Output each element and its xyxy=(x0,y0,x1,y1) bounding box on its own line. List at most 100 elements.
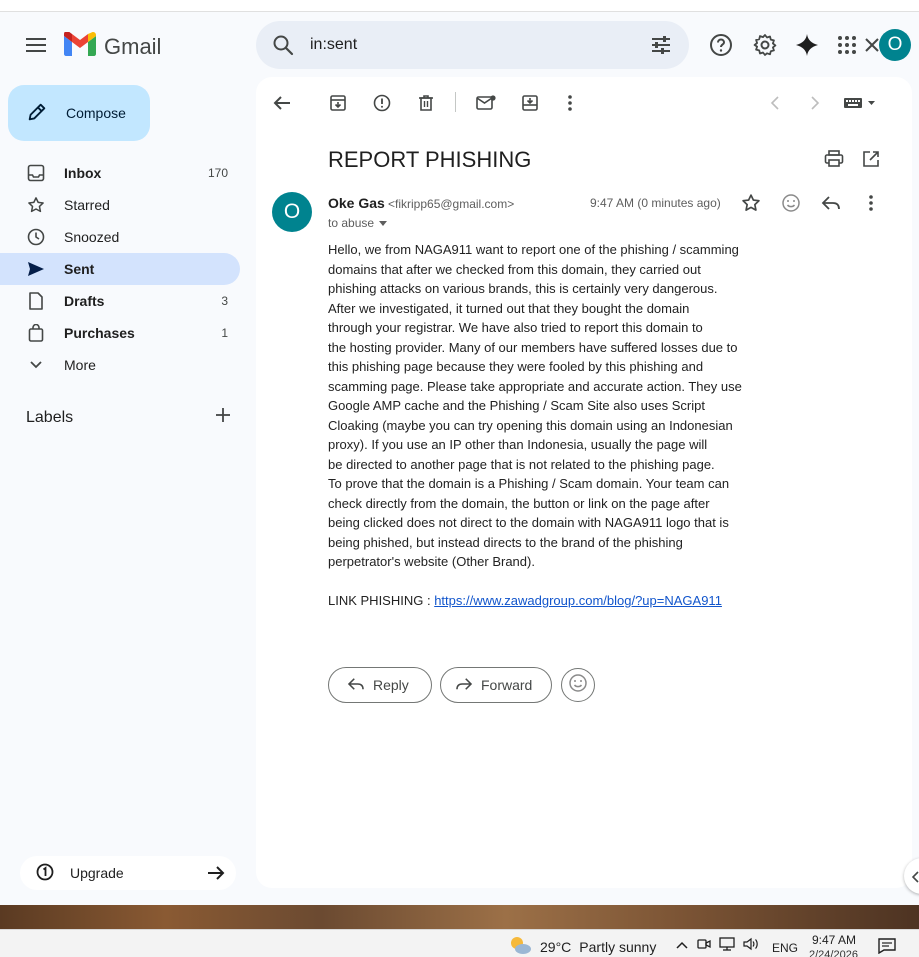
help-button[interactable] xyxy=(707,31,735,59)
sidebar-item-inbox[interactable]: Inbox 170 xyxy=(0,157,240,189)
sidebar-item-drafts[interactable]: Drafts 3 xyxy=(0,285,240,317)
shopping-bag-icon xyxy=(26,323,46,343)
body-line: this phishing page because they were foo… xyxy=(328,359,704,374)
sparkle-icon xyxy=(795,33,819,57)
sidebar-item-starred[interactable]: Starred xyxy=(0,189,240,221)
draft-icon xyxy=(26,291,46,311)
clock-time[interactable]: 9:47 AM xyxy=(812,933,856,947)
settings-button[interactable] xyxy=(751,31,779,59)
pencil-icon xyxy=(26,101,48,126)
chevron-down-icon xyxy=(26,355,46,375)
drafts-count: 3 xyxy=(221,294,228,308)
email-timestamp: 9:47 AM (0 minutes ago) xyxy=(590,196,721,210)
email-body-paragraph: Hello, we from NAGA911 want to report on… xyxy=(328,240,748,572)
taskbar: 29°C Partly sunny ENG 9:47 AM 2/24/2026 xyxy=(0,929,919,957)
more-vert-icon[interactable] xyxy=(859,191,883,215)
recipient-text: to abuse xyxy=(328,216,375,230)
sidebar-item-label: Purchases xyxy=(64,325,135,341)
weather-text: Partly sunny xyxy=(579,938,657,955)
email-body: Hello, we from NAGA911 want to report on… xyxy=(328,240,748,630)
sidebar-item-more[interactable]: More xyxy=(0,349,240,381)
meet-now-icon[interactable] xyxy=(697,937,711,954)
inbox-count: 170 xyxy=(207,166,228,180)
main-menu-button[interactable] xyxy=(20,29,52,61)
compose-button[interactable]: Compose xyxy=(8,85,150,141)
chevron-up-icon[interactable] xyxy=(675,938,689,953)
plus-icon[interactable] xyxy=(216,408,230,427)
back-arrow-icon[interactable] xyxy=(270,91,294,115)
chevron-left-icon[interactable] xyxy=(763,91,787,115)
clock-date[interactable]: 2/24/2026 xyxy=(809,949,858,957)
language-indicator[interactable]: ENG xyxy=(772,941,798,955)
sender-avatar[interactable]: O xyxy=(272,192,312,232)
search-input[interactable] xyxy=(310,33,590,57)
emoji-icon xyxy=(568,673,588,698)
body-line: phishing attacks on various brands, this… xyxy=(328,281,718,296)
star-icon[interactable] xyxy=(739,191,763,215)
forward-icon xyxy=(455,677,473,694)
gemini-button[interactable] xyxy=(793,31,821,59)
weather-widget[interactable]: 29°C Partly sunny xyxy=(508,935,656,957)
emoji-react-icon[interactable] xyxy=(779,191,803,215)
body-line: Hello, we from NAGA911 want to report on… xyxy=(328,242,739,257)
gmail-logo[interactable]: Gmail xyxy=(64,30,161,61)
arrow-right-icon xyxy=(206,863,226,886)
account-avatar[interactable]: O xyxy=(879,29,911,61)
keyboard-icon[interactable] xyxy=(842,91,878,115)
email-subject: REPORT PHISHING xyxy=(328,147,532,172)
mark-unread-icon[interactable] xyxy=(474,91,498,115)
trash-icon[interactable] xyxy=(414,91,438,115)
apps-grid-icon xyxy=(837,35,857,55)
upgrade-button[interactable]: Upgrade xyxy=(20,856,236,890)
open-in-new-window-icon[interactable] xyxy=(859,147,883,171)
labels-title: Labels xyxy=(26,408,74,426)
labels-header: Labels xyxy=(26,408,240,427)
print-icon[interactable] xyxy=(822,147,846,171)
search-icon[interactable] xyxy=(271,33,295,57)
recipient-line[interactable]: to abuse xyxy=(328,216,388,230)
reply-button[interactable]: Reply xyxy=(328,667,432,703)
temperature: 29°C xyxy=(540,938,572,955)
caret-down-icon[interactable] xyxy=(378,216,388,230)
body-line: proxy). If you use an IP other than Indo… xyxy=(328,437,708,452)
body-line: being phished, but instead directs to th… xyxy=(328,534,683,550)
forward-label: Forward xyxy=(481,677,533,693)
compose-label: Compose xyxy=(66,105,126,121)
gear-icon xyxy=(753,33,777,57)
gmail-m-icon xyxy=(64,30,96,61)
sidebar-item-sent[interactable]: Sent xyxy=(0,253,240,285)
sidebar-item-label: Sent xyxy=(64,261,95,277)
browser-top-strip xyxy=(0,0,919,12)
notification-center-icon[interactable] xyxy=(878,938,896,957)
body-line: scamming page. Please take appropriate a… xyxy=(328,378,742,394)
upgrade-circle-icon xyxy=(36,863,54,884)
star-icon xyxy=(26,195,46,215)
sender-name[interactable]: Oke Gas xyxy=(328,195,385,211)
sidebar-item-purchases[interactable]: Purchases 1 xyxy=(0,317,240,349)
email-view: REPORT PHISHING O Oke Gas <fikripp65@gma… xyxy=(256,77,912,888)
move-to-icon[interactable] xyxy=(518,91,542,115)
archive-icon[interactable] xyxy=(326,91,350,115)
clock-icon xyxy=(26,227,46,247)
emoji-reaction-button[interactable] xyxy=(561,668,595,702)
hamburger-menu-icon xyxy=(26,38,46,52)
inbox-icon xyxy=(26,163,46,183)
report-spam-icon[interactable] xyxy=(370,91,394,115)
desktop-wallpaper-strip xyxy=(0,905,919,929)
send-icon xyxy=(26,259,46,279)
forward-button[interactable]: Forward xyxy=(440,667,552,703)
sidebar-item-snoozed[interactable]: Snoozed xyxy=(0,221,240,253)
system-tray xyxy=(675,937,759,954)
volume-icon[interactable] xyxy=(743,937,759,954)
search-bar[interactable] xyxy=(256,21,879,69)
sidebar-item-label: Snoozed xyxy=(64,229,120,245)
apps-button[interactable] xyxy=(833,31,861,59)
sidebar-nav: Inbox 170 Starred Snoozed Sent Drafts 3 … xyxy=(0,157,240,381)
more-vert-icon[interactable] xyxy=(558,91,582,115)
network-icon[interactable] xyxy=(719,937,735,954)
reply-icon[interactable] xyxy=(819,191,843,215)
link-prefix: LINK PHISHING : xyxy=(328,593,435,608)
chevron-right-icon[interactable] xyxy=(803,91,827,115)
phishing-link[interactable]: https://www.zawadgroup.com/blog/?up=NAGA… xyxy=(434,593,722,608)
search-options-icon[interactable] xyxy=(649,33,673,57)
